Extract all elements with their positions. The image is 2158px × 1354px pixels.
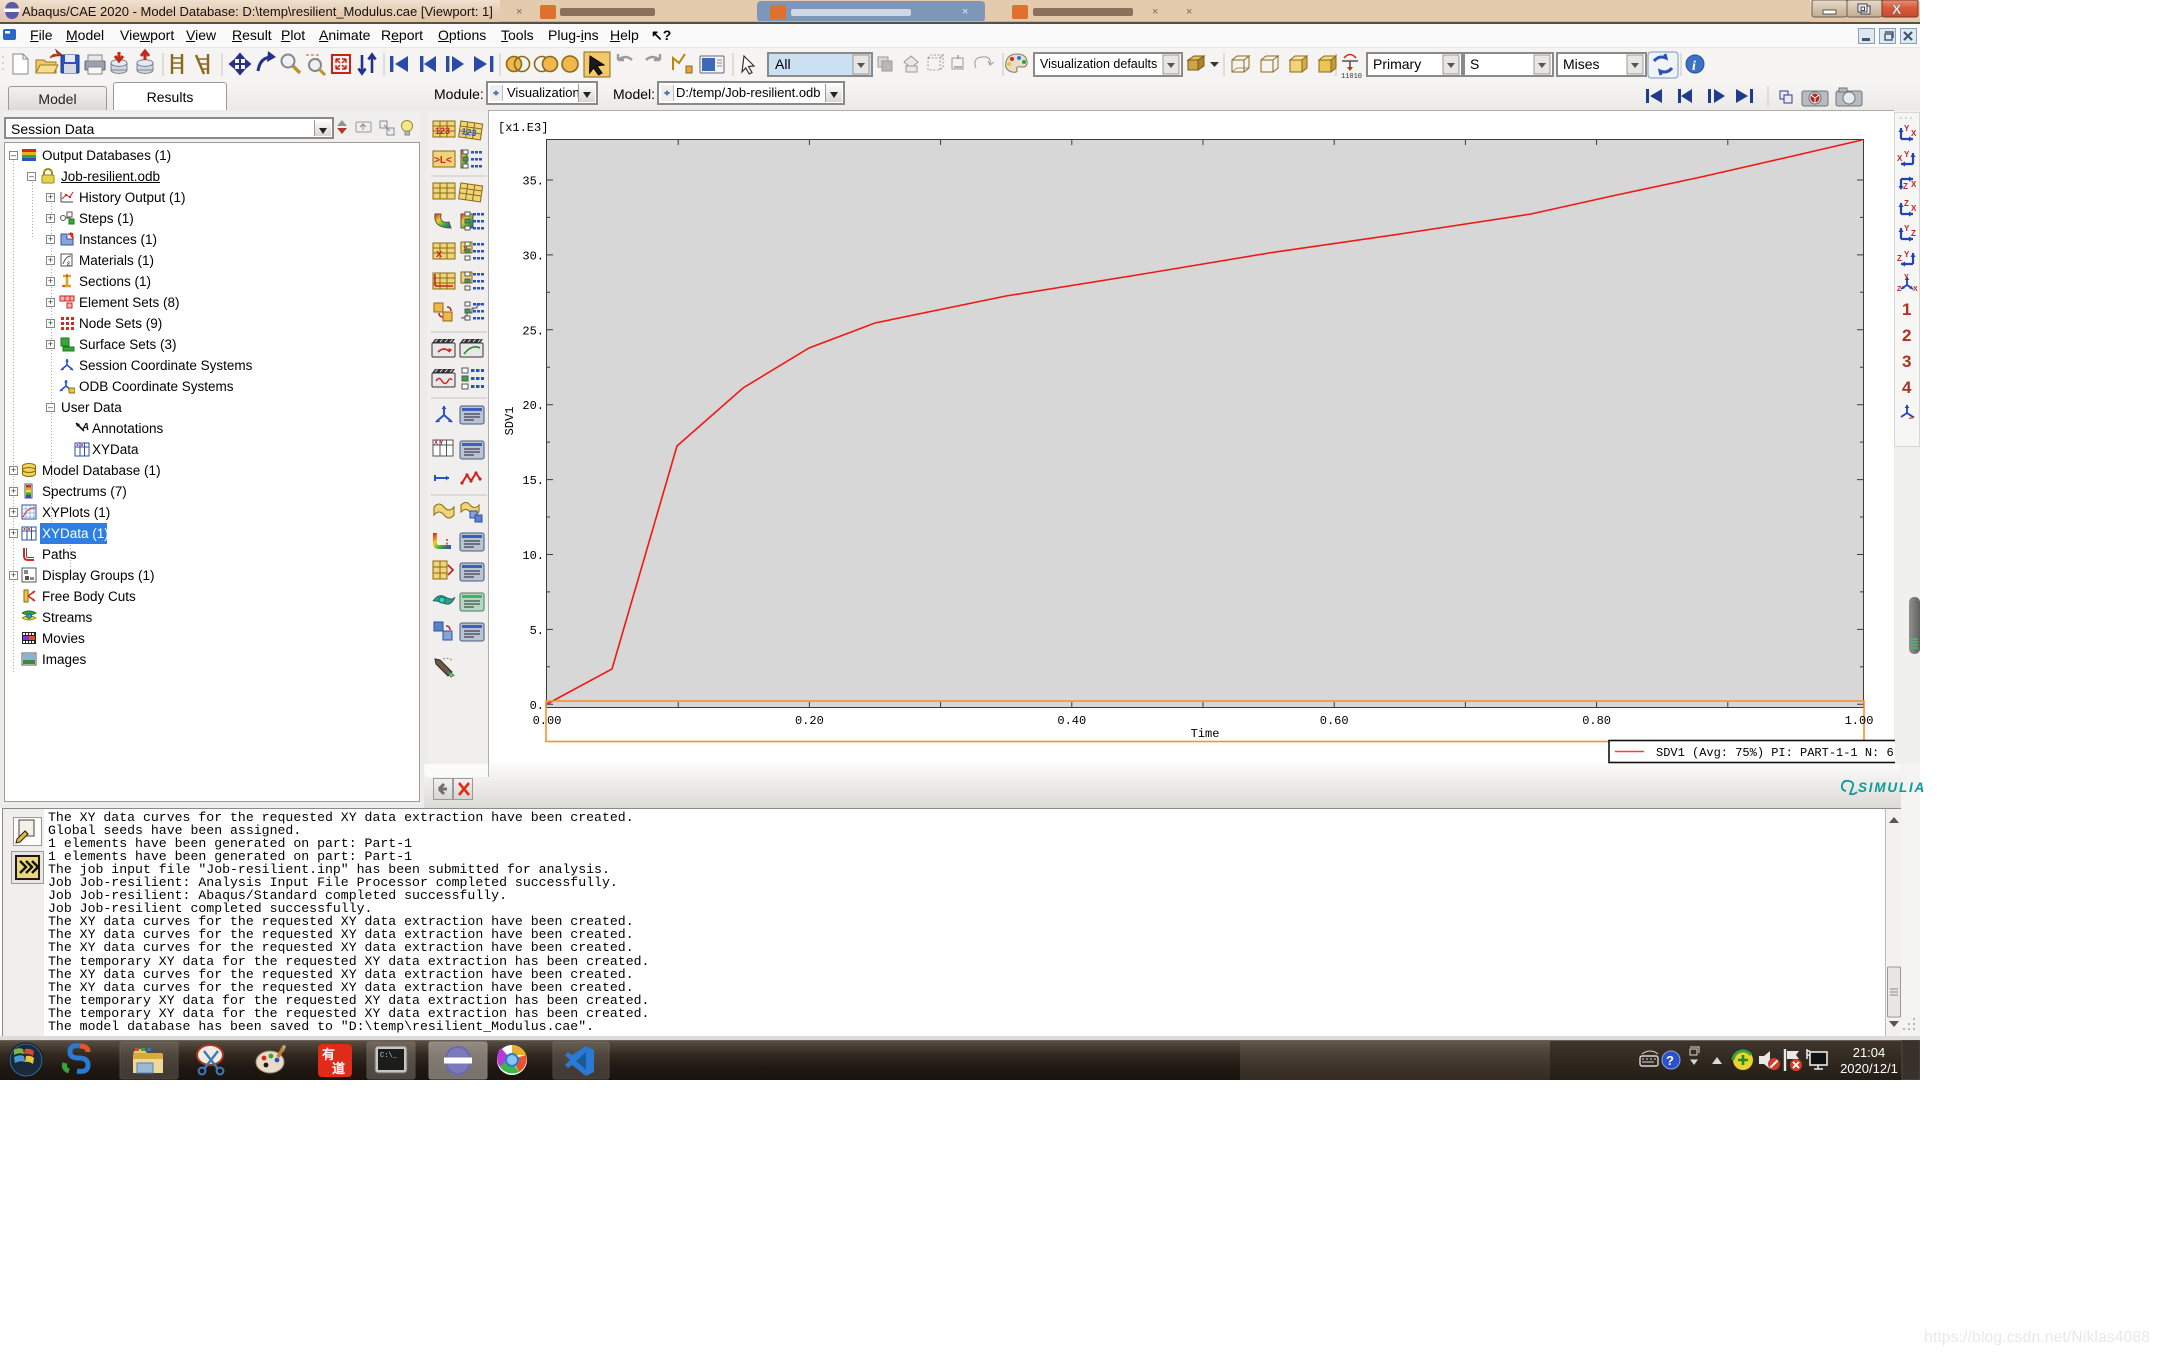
svg-text:Y: Y bbox=[1904, 150, 1910, 159]
svg-text:0.: 0. bbox=[530, 699, 544, 713]
svg-text:Y: Y bbox=[1904, 250, 1910, 259]
svg-text:Y: Y bbox=[1904, 274, 1909, 281]
svg-text:ε: ε bbox=[67, 259, 71, 268]
svg-text:0.20: 0.20 bbox=[795, 714, 824, 728]
svg-text:0.00: 0.00 bbox=[533, 714, 562, 728]
svg-text:Mises: Mises bbox=[1563, 56, 1600, 72]
svg-text:X: X bbox=[1892, 1, 1902, 17]
svg-text:SDV1: SDV1 bbox=[503, 407, 517, 436]
svg-text:x: x bbox=[436, 248, 443, 260]
svg-text:25.: 25. bbox=[522, 324, 544, 338]
svg-text:Z: Z bbox=[1911, 229, 1916, 238]
svg-text:>L<: >L< bbox=[434, 155, 452, 166]
svg-text:4: 4 bbox=[1902, 378, 1912, 397]
svg-text:3: 3 bbox=[1902, 352, 1911, 371]
svg-text:SDV1 (Avg: 75%) PI: PART-1-1 N: SDV1 (Avg: 75%) PI: PART-1-1 N: 6 bbox=[1656, 746, 1894, 760]
svg-text:35.: 35. bbox=[522, 175, 544, 189]
svg-text:×: × bbox=[516, 6, 522, 18]
svg-text:1: 1 bbox=[1902, 300, 1911, 319]
svg-text:Z: Z bbox=[1903, 182, 1908, 191]
svg-text:5.: 5. bbox=[530, 624, 544, 638]
svg-text:Y: Y bbox=[1904, 224, 1910, 233]
svg-text:X: X bbox=[1897, 154, 1903, 163]
svg-text:15.: 15. bbox=[522, 474, 544, 488]
svg-text:道: 道 bbox=[332, 1061, 345, 1076]
svg-text:×: × bbox=[962, 6, 968, 18]
svg-text:有: 有 bbox=[322, 1047, 335, 1062]
svg-text:20.: 20. bbox=[522, 399, 544, 413]
svg-text:Z: Z bbox=[1904, 199, 1909, 208]
svg-text:Y: Y bbox=[1904, 124, 1910, 133]
svg-text:10.: 10. bbox=[522, 549, 544, 563]
svg-text:i: i bbox=[1692, 59, 1696, 74]
svg-text:Primary: Primary bbox=[1373, 56, 1421, 72]
svg-text:0.40: 0.40 bbox=[1057, 714, 1086, 728]
svg-text:×: × bbox=[1152, 6, 1158, 18]
svg-text:30.: 30. bbox=[522, 249, 544, 263]
svg-text:Time: Time bbox=[1191, 727, 1220, 741]
svg-text:X: X bbox=[1911, 180, 1917, 189]
svg-text:1.00: 1.00 bbox=[1845, 714, 1874, 728]
svg-text:?: ? bbox=[1666, 1053, 1674, 1068]
svg-text:C:\_: C:\_ bbox=[380, 1052, 398, 1060]
svg-text:X Y: X Y bbox=[434, 441, 444, 447]
svg-text:S: S bbox=[1470, 56, 1479, 72]
svg-text:A: A bbox=[81, 422, 89, 433]
svg-text:X: X bbox=[1913, 286, 1918, 293]
svg-text:0.80: 0.80 bbox=[1582, 714, 1611, 728]
svg-text:Z: Z bbox=[1897, 254, 1902, 263]
svg-text:×: × bbox=[1186, 6, 1192, 18]
svg-text:2: 2 bbox=[1902, 326, 1911, 345]
svg-text:X: X bbox=[1911, 129, 1917, 138]
svg-text:Z: Z bbox=[1897, 286, 1902, 293]
svg-text:123: 123 bbox=[461, 126, 477, 138]
svg-text:0.60: 0.60 bbox=[1320, 714, 1349, 728]
svg-text:X: X bbox=[1911, 204, 1917, 213]
svg-text:123: 123 bbox=[435, 126, 450, 136]
svg-text:Visualization defaults: Visualization defaults bbox=[1040, 57, 1157, 71]
svg-text:All: All bbox=[775, 56, 791, 72]
